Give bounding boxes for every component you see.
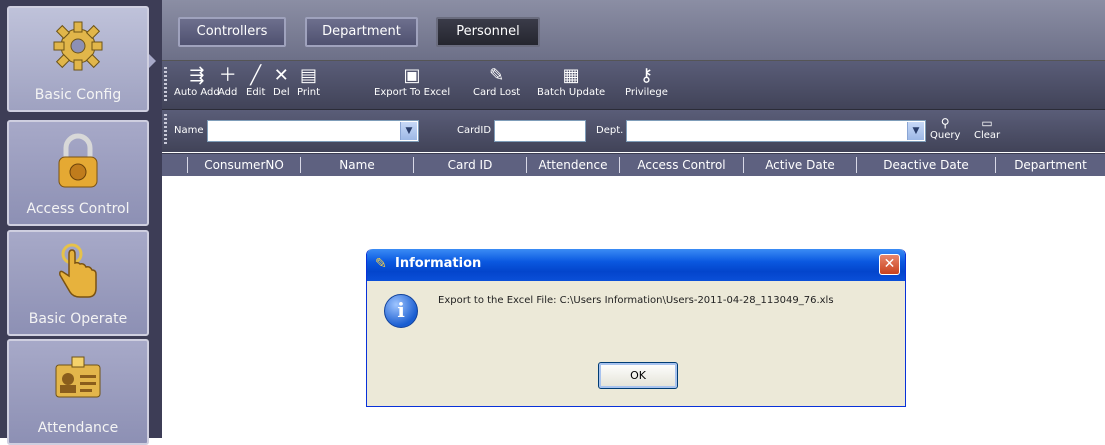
export-to-excel-button[interactable]: ▣ Export To Excel [374,65,450,98]
column-header-deactive-date[interactable]: Deactive Date [857,154,995,176]
clear-button[interactable]: ▭ Clear [974,116,1000,141]
filter-grip[interactable] [164,114,167,146]
toolbar: ⇶ Auto Add ＋ Add ╱ Edit ✕ Del ▤ Print ▣ … [162,61,1105,110]
delete-button[interactable]: ✕ Del [273,65,290,98]
key-icon: ⚷ [639,65,654,86]
nav-label: Access Control [26,201,130,217]
hand-pointer-icon [54,242,102,304]
card-lost-icon: ✎ [489,65,505,86]
plus-icon: ＋ [218,65,237,86]
edit-button[interactable]: ╱ Edit [246,65,265,98]
column-header-department[interactable]: Department [996,154,1105,176]
print-button[interactable]: ▤ Print [297,65,320,98]
privilege-button[interactable]: ⚷ Privilege [625,65,668,98]
cardid-label: CardID [457,125,492,136]
toolbar-grip[interactable] [164,67,167,103]
column-header-attendence[interactable]: Attendence [527,154,619,176]
column-header-access-control[interactable]: Access Control [620,154,743,176]
active-nav-arrow [149,54,156,68]
nav-basic-config[interactable]: Basic Config [7,6,149,112]
tab-controllers[interactable]: Controllers [178,17,286,47]
column-header-card-id[interactable]: Card ID [414,154,526,176]
dialog-title: Information [395,256,482,271]
column-header-name[interactable]: Name [301,154,413,176]
pencil-icon: ╱ [250,65,262,86]
nav-label: Basic Config [34,87,122,103]
dept-combobox[interactable]: ▼ [626,120,926,142]
padlock-icon [56,132,100,194]
dialog-title-bar[interactable]: ✎ Information ✕ [367,249,905,281]
auto-add-icon: ⇶ [189,65,205,86]
printer-icon: ▤ [300,65,318,86]
nav-basic-operate[interactable]: Basic Operate [7,230,149,336]
auto-add-button[interactable]: ⇶ Auto Add [174,65,220,98]
nav-label: Basic Operate [28,311,128,327]
id-card-icon [52,351,104,407]
tab-personnel[interactable]: Personnel [436,17,540,47]
filter-bar: Name ▼ CardID Dept. ▼ ⚲ Query ▭ Clear [162,110,1105,152]
chevron-down-icon[interactable]: ▼ [400,122,417,140]
information-dialog: ✎ Information ✕ i Export to the Excel Fi… [366,249,906,407]
name-label: Name [174,125,204,136]
name-combobox[interactable]: ▼ [207,120,419,142]
x-icon: ✕ [273,65,289,86]
column-header-consumerno[interactable]: ConsumerNO [188,154,300,176]
batch-update-icon: ▦ [562,65,580,86]
close-button[interactable]: ✕ [879,254,900,275]
ok-button[interactable]: OK [598,362,678,389]
card-lost-button[interactable]: ✎ Card Lost [473,65,520,98]
dialog-message: Export to the Excel File: C:\Users Infor… [438,295,834,306]
info-icon: i [384,294,418,328]
left-navigation: Basic Config Access Control Basic Operat… [0,0,162,445]
clear-icon: ▭ [981,116,993,130]
batch-update-button[interactable]: ▦ Batch Update [537,65,605,98]
grid-header: ConsumerNO Name Card ID Attendence Acces… [162,153,1105,177]
column-header-active-date[interactable]: Active Date [744,154,856,176]
excel-icon: ▣ [403,65,421,86]
gear-icon [50,18,106,78]
cardid-input[interactable] [494,120,586,142]
dept-label: Dept. [596,125,624,136]
nav-access-control[interactable]: Access Control [7,120,149,226]
chevron-down-icon[interactable]: ▼ [907,122,924,140]
search-icon: ⚲ [940,116,950,130]
nav-label: Attendance [37,420,119,436]
app-icon: ✎ [375,256,387,272]
add-button[interactable]: ＋ Add [218,65,237,98]
query-button[interactable]: ⚲ Query [930,116,960,141]
module-tab-bar: Controllers Department Personnel [162,0,1105,61]
tab-department[interactable]: Department [305,17,418,47]
nav-attendance[interactable]: Attendance [7,339,149,445]
